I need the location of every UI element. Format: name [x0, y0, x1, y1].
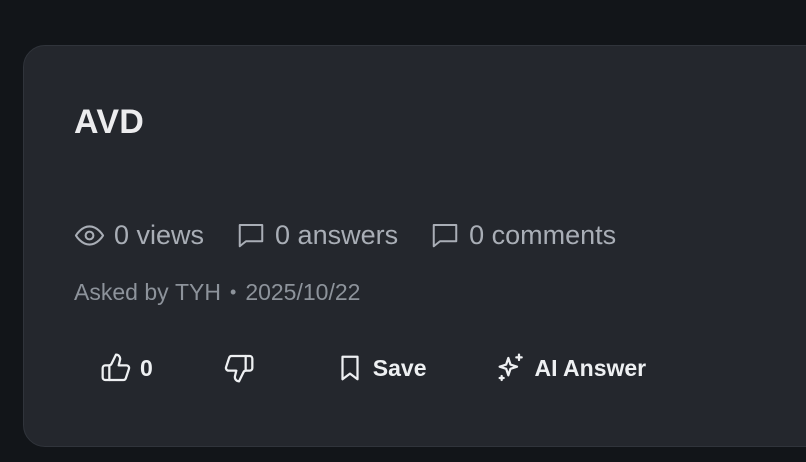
- speech-bubble-icon: [432, 224, 458, 248]
- ai-answer-button[interactable]: AI Answer: [495, 352, 647, 384]
- save-button[interactable]: Save: [335, 353, 427, 383]
- eye-icon: [74, 224, 105, 246]
- upvote-button[interactable]: 0: [100, 352, 153, 384]
- comments-stat: 0 comments: [430, 220, 616, 251]
- ai-answer-label: AI Answer: [534, 354, 647, 381]
- thumbs-up-icon: [101, 353, 131, 382]
- question-actions: 0 Save AI Answer: [100, 348, 646, 388]
- save-label: Save: [372, 354, 427, 381]
- answers-stat: 0 answers: [236, 220, 398, 251]
- thumbs-down-icon: [224, 354, 254, 383]
- meta-separator: •: [230, 282, 237, 302]
- comments-count: 0 comments: [469, 219, 617, 250]
- answers-count: 0 answers: [275, 219, 399, 250]
- asked-by-label: Asked by: [74, 279, 169, 305]
- downvote-button[interactable]: [223, 352, 263, 384]
- question-card: AVD 0 views 0 answers 0 comments Asked b…: [23, 45, 806, 447]
- upvote-count: 0: [140, 354, 153, 381]
- views-stat: 0 views: [74, 220, 204, 251]
- author-name[interactable]: TYH: [175, 279, 221, 306]
- question-meta: Asked by TYH • 2025/10/22: [74, 279, 360, 306]
- question-title[interactable]: AVD: [74, 102, 144, 142]
- asked-date: 2025/10/22: [245, 279, 361, 305]
- question-stats: 0 views 0 answers 0 comments: [74, 217, 648, 253]
- bookmark-icon: [341, 355, 359, 381]
- sparkles-icon: [498, 353, 523, 382]
- views-count: 0 views: [114, 219, 205, 250]
- speech-bubble-icon: [238, 224, 264, 248]
